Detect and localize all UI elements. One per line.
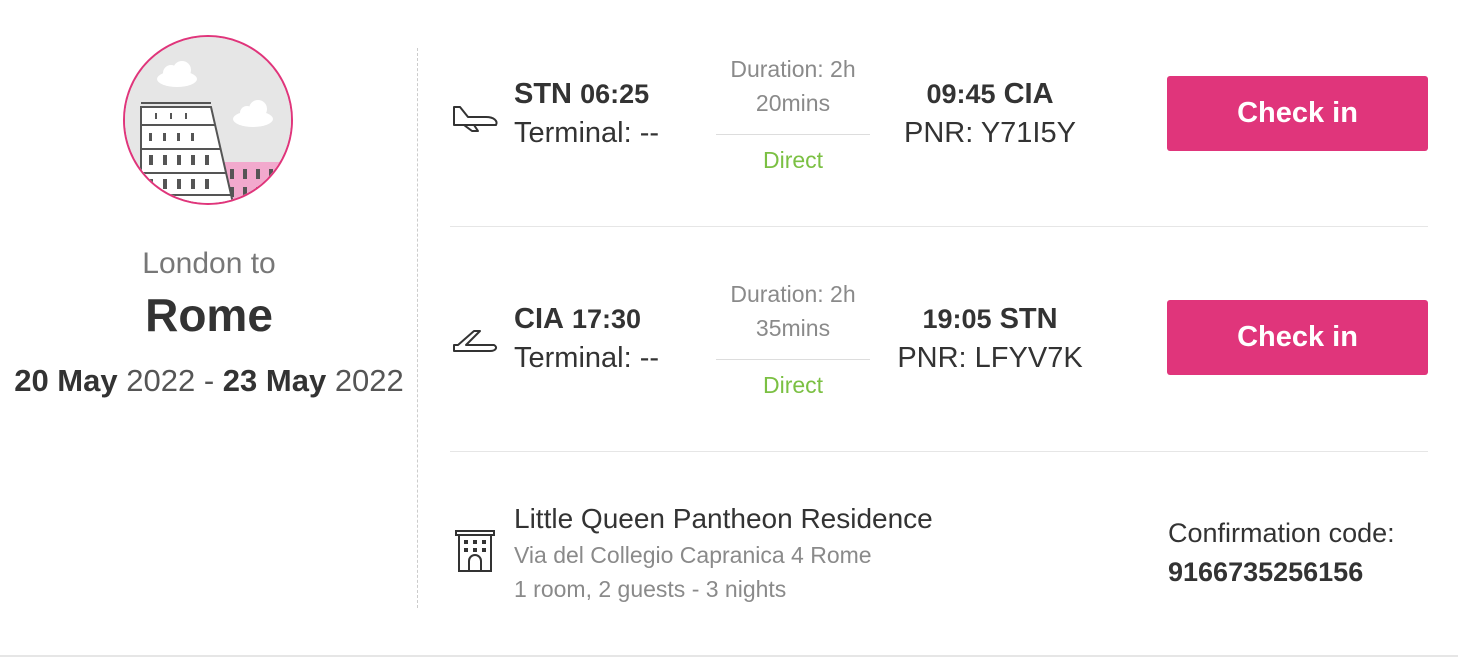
colosseum-illustration xyxy=(123,35,293,205)
return-flight-row: CIA 17:30 Terminal: -- Duration: 2h 35mi… xyxy=(450,226,1428,452)
departure-airport: CIA xyxy=(514,303,564,335)
duration-divider xyxy=(716,134,870,135)
end-day: 23 May xyxy=(222,363,327,398)
departure-info: STN 06:25 Terminal: -- xyxy=(514,78,659,150)
departure-airport: STN xyxy=(514,78,572,110)
trip-origin-label: London to xyxy=(142,247,276,280)
plane-departure-icon xyxy=(453,106,498,132)
column-divider xyxy=(417,48,418,608)
plane-arrival-icon xyxy=(453,330,498,352)
trip-dates: 20 May 2022 - 23 May 2022 xyxy=(0,363,418,399)
check-in-button[interactable]: Check in xyxy=(1167,300,1428,375)
hotel-row: Little Queen Pantheon Residence Via del … xyxy=(450,451,1428,661)
hotel-name: Little Queen Pantheon Residence xyxy=(514,503,933,534)
flight-stops: Direct xyxy=(762,372,824,398)
flight-duration-block: Duration: 2h 20mins Direct xyxy=(716,52,870,177)
bottom-divider xyxy=(0,655,1458,657)
arrival-info: 19:05 STN PNR: LFYV7K xyxy=(890,303,1090,375)
date-separator: - xyxy=(203,363,215,398)
hotel-address: Via del Collegio Capranica 4 Rome xyxy=(514,542,872,568)
departure-time: 06:25 xyxy=(580,79,650,109)
departure-terminal: Terminal: -- xyxy=(514,342,660,374)
duration-divider xyxy=(716,359,870,360)
arrival-time: 09:45 xyxy=(926,79,996,109)
arrival-airport: STN xyxy=(999,303,1058,335)
departure-info: CIA 17:30 Terminal: -- xyxy=(514,303,659,375)
hotel-icon xyxy=(455,530,495,572)
outbound-flight-row: STN 06:25 Terminal: -- Duration: 2h 20mi… xyxy=(450,0,1428,227)
arrival-airport: CIA xyxy=(1003,78,1054,110)
trip-summary: London to Rome 20 May 2022 - 23 May 2022 xyxy=(0,0,418,668)
arrival-info: 09:45 CIA PNR: Y71I5Y xyxy=(890,78,1090,150)
flight-duration-block: Duration: 2h 35mins Direct xyxy=(716,277,870,402)
flight-duration: Duration: 2h 20mins xyxy=(730,56,856,116)
start-day: 20 May xyxy=(14,363,118,398)
flight-duration: Duration: 2h 35mins xyxy=(730,281,856,341)
confirmation-code: 9166735256156 xyxy=(1168,557,1364,587)
hotel-details: 1 room, 2 guests - 3 nights xyxy=(514,576,787,602)
check-in-button[interactable]: Check in xyxy=(1167,76,1428,151)
start-year: 2022 xyxy=(126,363,196,398)
flight-stops: Direct xyxy=(762,147,824,173)
confirmation-label: Confirmation code: xyxy=(1168,518,1395,548)
end-year: 2022 xyxy=(334,363,404,398)
departure-time: 17:30 xyxy=(572,304,642,334)
trip-destination: Rome xyxy=(145,289,273,341)
pnr-code: PNR: LFYV7K xyxy=(897,342,1083,374)
arrival-time: 19:05 xyxy=(922,304,992,334)
pnr-code: PNR: Y71I5Y xyxy=(904,117,1076,149)
departure-terminal: Terminal: -- xyxy=(514,117,660,149)
